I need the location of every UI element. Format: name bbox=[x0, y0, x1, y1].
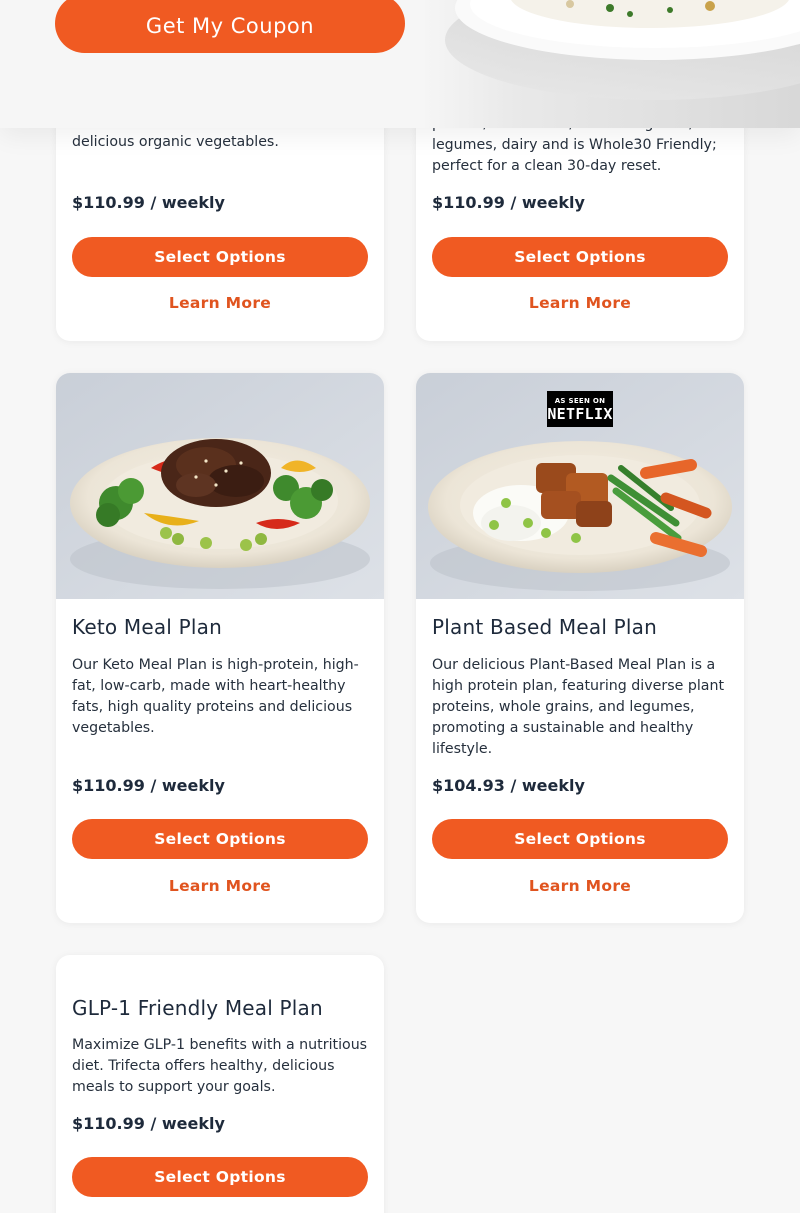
get-coupon-button[interactable]: Get My Coupon bbox=[55, 0, 405, 53]
netflix-badge: AS SEEN ON NETFLIX bbox=[547, 391, 613, 427]
select-options-button[interactable]: Select Options bbox=[72, 1157, 368, 1197]
plan-description: Maximize GLP-1 benefits with a nutritiou… bbox=[72, 1037, 368, 1095]
badge-netflix-text: NETFLIX bbox=[547, 404, 613, 423]
plan-description: Our Keto Meal Plan is high-protein, high… bbox=[72, 657, 359, 736]
select-options-button[interactable]: Select Options bbox=[72, 819, 368, 859]
plan-price: $110.99 / weekly bbox=[72, 776, 225, 795]
plan-price: $104.93 / weekly bbox=[432, 776, 585, 795]
select-options-button[interactable]: Select Options bbox=[432, 237, 728, 277]
select-options-button[interactable]: Select Options bbox=[432, 819, 728, 859]
meal-plans-page: quality proteins, whole grains, and deli… bbox=[0, 0, 800, 1213]
meal-plan-card-plant-based: AS SEEN ON NETFLIX Plant Based Meal Plan… bbox=[416, 373, 744, 923]
keto-meal-image[interactable] bbox=[56, 373, 384, 599]
plan-title[interactable]: GLP-1 Friendly Meal Plan bbox=[72, 996, 323, 1020]
plan-price: $110.99 / weekly bbox=[72, 1114, 225, 1133]
learn-more-link[interactable]: Learn More bbox=[72, 877, 368, 895]
promo-food-image bbox=[420, 0, 800, 128]
learn-more-link[interactable]: Learn More bbox=[432, 877, 728, 895]
plan-description: Our delicious Plant-Based Meal Plan is a… bbox=[432, 657, 725, 757]
select-options-button[interactable]: Select Options bbox=[72, 237, 368, 277]
plan-price: $110.99 / weekly bbox=[432, 193, 585, 212]
learn-more-link[interactable]: Learn More bbox=[72, 294, 368, 312]
plan-title[interactable]: Keto Meal Plan bbox=[72, 615, 222, 639]
meal-plan-card-glp1: GLP-1 Friendly Meal Plan Maximize GLP-1 … bbox=[56, 955, 384, 1213]
plan-title[interactable]: Plant Based Meal Plan bbox=[432, 615, 657, 639]
learn-more-link[interactable]: Learn More bbox=[432, 294, 728, 312]
plant-based-meal-image[interactable]: AS SEEN ON NETFLIX bbox=[416, 373, 744, 599]
meal-plan-card-keto: Keto Meal Plan Our Keto Meal Plan is hig… bbox=[56, 373, 384, 923]
coupon-promo-bar: Get My Coupon bbox=[0, 0, 800, 128]
plan-price: $110.99 / weekly bbox=[72, 193, 225, 212]
